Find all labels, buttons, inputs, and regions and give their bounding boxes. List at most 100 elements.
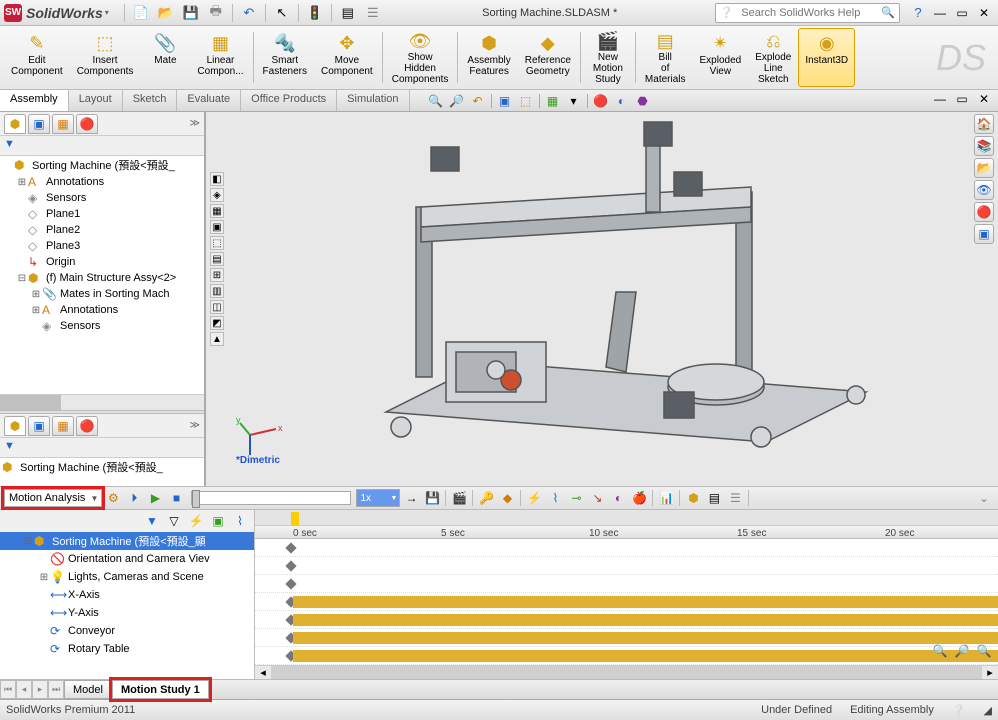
view-palette-tab[interactable]: 👁 (974, 180, 994, 200)
ribbon-smart-fasteners[interactable]: 🔩SmartFasteners (256, 28, 314, 87)
zoom-in-icon[interactable]: 🔍 (974, 641, 994, 661)
status-resize-icon[interactable]: ◢ (984, 704, 992, 717)
tree-node[interactable]: ⬢Sorting Machine (預設<預設_ (0, 156, 204, 174)
slider-thumb[interactable] (192, 490, 200, 508)
hu-button[interactable]: ▣ (210, 220, 224, 234)
stop-button[interactable]: ■ (166, 488, 186, 508)
appearance-icon[interactable]: 🔴 (591, 92, 611, 110)
expand-icon[interactable]: ⊞ (38, 572, 50, 583)
expand-button[interactable]: ▽ (164, 511, 184, 531)
save-animation-button[interactable]: 💾 (422, 488, 442, 508)
cmd-tab-layout[interactable]: Layout (69, 90, 123, 111)
zoom-area-icon[interactable]: 🔎 (447, 92, 467, 110)
motion-tree-node[interactable]: ⟷Y-Axis (0, 604, 254, 622)
tree-node[interactable]: ⊟⬢(f) Main Structure Assy<2> (0, 270, 204, 286)
timeline-scrollbar[interactable]: ◂ ▸ (255, 665, 998, 679)
motion-bar[interactable] (293, 632, 998, 644)
tree-node[interactable]: ⊞AAnnotations (0, 302, 204, 318)
design-library-tab[interactable]: 📚 (974, 136, 994, 156)
file-explorer-tab[interactable]: 📂 (974, 158, 994, 178)
ribbon-mate[interactable]: 📎Mate (140, 28, 190, 87)
event-trigger-button[interactable]: ⬢ (683, 488, 703, 508)
config-manager-tab[interactable]: ▦ (52, 416, 74, 436)
calculate-button[interactable]: ⚙ (103, 488, 123, 508)
ribbon-assembly-features[interactable]: ⬢AssemblyFeatures (460, 28, 517, 87)
tree-node[interactable]: ◈Sensors (0, 190, 204, 206)
autokey-button[interactable]: 🔑 (476, 488, 496, 508)
track-row[interactable] (255, 593, 998, 611)
zoom-out-icon[interactable]: 🔍 (930, 641, 950, 661)
expand-icon[interactable]: ⊞ (16, 177, 28, 188)
track-row[interactable] (255, 629, 998, 647)
cmd-tab-sketch[interactable]: Sketch (123, 90, 178, 111)
motion-tree-node[interactable]: ⟳Rotary Table (0, 640, 254, 658)
tree-node[interactable]: ⊞AAnnotations (0, 174, 204, 190)
config-manager-tab[interactable]: ▦ (52, 114, 74, 134)
motion-tree-node[interactable]: ⟷X-Axis (0, 586, 254, 604)
doc-restore-button[interactable]: ▭ (952, 90, 972, 108)
hu-button[interactable]: ◩ (210, 316, 224, 330)
animation-wizard-button[interactable]: 🎬 (449, 488, 469, 508)
cmd-tab-simulation[interactable]: Simulation (337, 90, 409, 111)
ribbon-insert-components[interactable]: ⬚InsertComponents (70, 28, 141, 87)
spring-button[interactable]: ⌇ (545, 488, 565, 508)
collapse-button[interactable]: ⌄ (974, 488, 994, 508)
previous-view-icon[interactable]: ↶ (468, 92, 488, 110)
time-slider[interactable] (191, 491, 351, 505)
property-manager-tab[interactable]: ▣ (28, 114, 50, 134)
tab-prev-button[interactable]: ◂ (16, 680, 32, 699)
doc-close-button[interactable]: ✕ (974, 90, 994, 108)
play-start-button[interactable]: ⏵ (124, 488, 144, 508)
status-help-icon[interactable]: ❔ (952, 704, 966, 717)
motion-props-button[interactable]: ▤ (704, 488, 724, 508)
ribbon-edit-component[interactable]: ✎EditComponent (4, 28, 70, 87)
tab-next-button[interactable]: ▸ (32, 680, 48, 699)
ribbon-new-motion-study[interactable]: 🎬NewMotionStudy (583, 28, 633, 87)
sim-setup-button[interactable]: ☰ (725, 488, 745, 508)
display-style-icon[interactable]: ▦ (543, 92, 563, 110)
filter-icon[interactable]: ▼ (4, 138, 15, 150)
keyframe-icon[interactable] (285, 542, 296, 553)
ribbon-show-hidden-components[interactable]: 👁ShowHiddenComponents (385, 28, 456, 87)
tab-first-button[interactable]: ⏮ (0, 680, 16, 699)
tree-node[interactable]: ⊞📎Mates in Sorting Mach (0, 286, 204, 302)
motion-bar[interactable] (293, 596, 998, 608)
tree-node[interactable]: ◇Plane1 (0, 206, 204, 222)
ribbon-bill-of-materials[interactable]: ▤BillofMaterials (638, 28, 693, 87)
help-button[interactable]: ? (906, 2, 930, 24)
gravity-button[interactable]: 🍎 (629, 488, 649, 508)
motion-type-dropdown[interactable]: Motion Analysis (4, 489, 102, 507)
track-row[interactable] (255, 575, 998, 593)
scene-icon[interactable]: ◐ (612, 92, 632, 110)
zoom-fit-icon[interactable]: 🔍 (426, 92, 446, 110)
dimxpert-tab[interactable]: 🔴 (76, 416, 98, 436)
view-settings-icon[interactable]: ⬣ (633, 92, 653, 110)
keyframe-icon[interactable] (285, 578, 296, 589)
tree-root[interactable]: ⬢ Sorting Machine (預設<預設_ (0, 458, 204, 476)
hu-button[interactable]: ◈ (210, 188, 224, 202)
cmd-tab-office-products[interactable]: Office Products (241, 90, 337, 111)
properties-button[interactable]: ▤ (336, 2, 360, 24)
tree-node[interactable]: ◈Sensors (0, 318, 204, 334)
track-row[interactable] (255, 647, 998, 665)
tree-node[interactable]: ◇Plane2 (0, 222, 204, 238)
close-button[interactable]: ✕ (974, 4, 994, 22)
dimxpert-tab[interactable]: 🔴 (76, 114, 98, 134)
contact-button[interactable]: ◐ (608, 488, 628, 508)
open-button[interactable]: 📂 (154, 2, 178, 24)
hu-button[interactable]: ▤ (210, 252, 224, 266)
track-row[interactable] (255, 539, 998, 557)
ribbon-reference-geometry[interactable]: ◆ReferenceGeometry (518, 28, 578, 87)
hu-button[interactable]: ⊞ (210, 268, 224, 282)
rebuild-button[interactable]: 🚦 (303, 2, 327, 24)
filter-results-button[interactable]: ▣ (208, 511, 228, 531)
key-row[interactable] (255, 510, 998, 526)
tree-scrollbar-h[interactable] (0, 394, 204, 410)
track-row[interactable] (255, 557, 998, 575)
motion-study-tab[interactable]: Motion Study 1 (112, 680, 209, 699)
fm-tree-tab[interactable]: ⬢ (4, 416, 26, 436)
select-button[interactable]: ↖ (270, 2, 294, 24)
tab-scroll[interactable]: ≫ (190, 416, 200, 435)
motion-tree-node[interactable]: 🚫Orientation and Camera Viev (0, 550, 254, 568)
ribbon-linear-compon-[interactable]: ▦LinearCompon... (190, 28, 250, 87)
